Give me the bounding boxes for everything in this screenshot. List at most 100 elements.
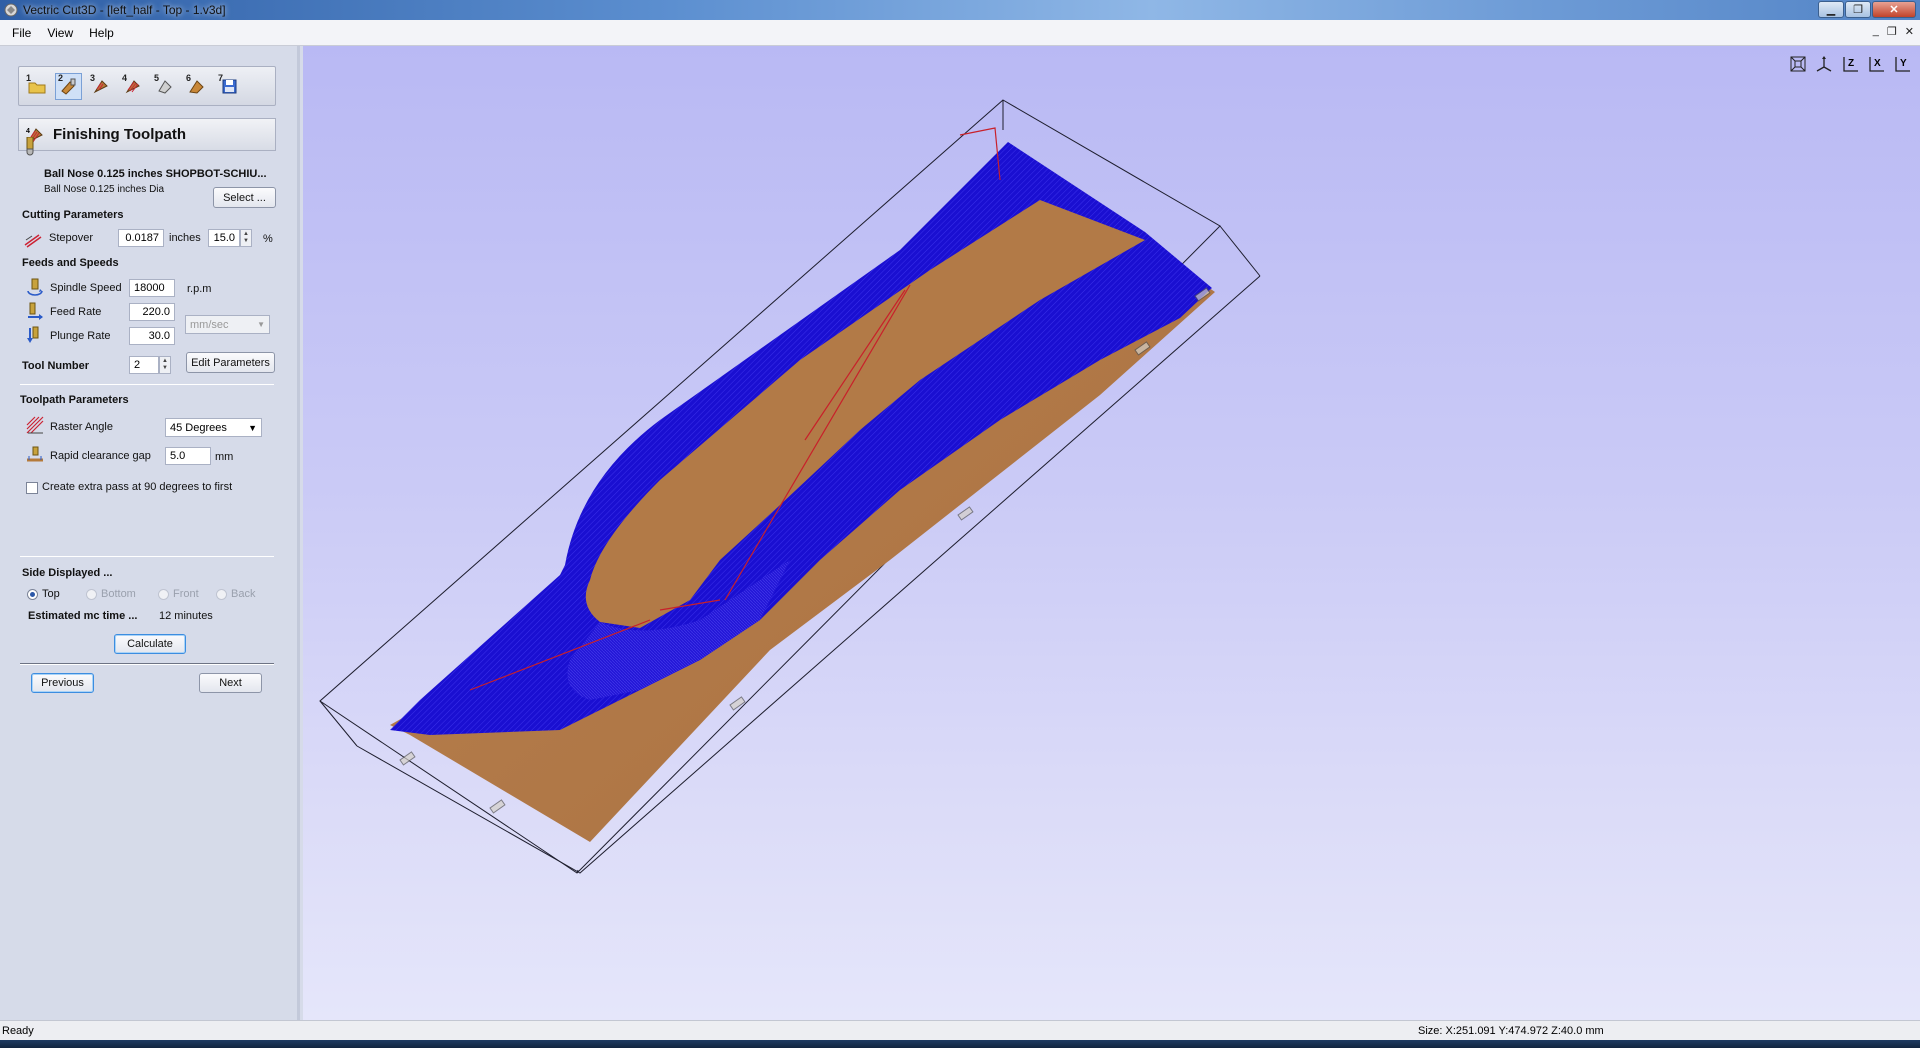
select-tool-button[interactable]: Select ... xyxy=(213,187,276,208)
rapid-clearance-field[interactable]: 5.0 xyxy=(165,447,211,465)
step-7-button[interactable]: 7 xyxy=(215,73,242,100)
close-button[interactable]: ✕ xyxy=(1872,1,1916,18)
menu-bar: File View Help _ ❐ ✕ xyxy=(0,20,1920,46)
spin-up-icon: ▲ xyxy=(243,231,249,237)
extra-pass-checkbox[interactable] xyxy=(26,482,38,494)
doc-minimize-icon[interactable]: _ xyxy=(1873,25,1879,38)
doc-restore-icon[interactable]: ❐ xyxy=(1887,25,1897,38)
side-bottom-label: Bottom xyxy=(101,588,136,600)
plunge-rate-icon xyxy=(27,326,39,343)
tool-description: Ball Nose 0.125 inches Dia xyxy=(44,184,165,195)
step-1-button[interactable]: 1 xyxy=(23,73,50,100)
plunge-rate-field[interactable]: 30.0 xyxy=(129,327,175,345)
separator xyxy=(20,556,274,557)
stepover-label: Stepover xyxy=(49,232,94,244)
status-bar: Ready Size: X:251.091 Y:474.972 Z:40.0 m… xyxy=(0,1020,1920,1040)
stepover-unit: inches xyxy=(169,232,201,244)
side-bottom-radio[interactable] xyxy=(86,589,97,600)
step-5-button[interactable]: 5 xyxy=(151,73,178,100)
stepover-icon xyxy=(24,234,42,248)
next-button[interactable]: Next xyxy=(199,673,262,693)
spin-down-icon: ▼ xyxy=(162,365,168,371)
document-window-controls: _ ❐ ✕ xyxy=(1873,25,1914,38)
separator xyxy=(20,663,274,665)
menu-view[interactable]: View xyxy=(39,26,81,40)
side-displayed-heading: Side Displayed ... xyxy=(22,567,113,579)
step-3-button[interactable]: 3 xyxy=(87,73,114,100)
extra-pass-label: Create extra pass at 90 degrees to first xyxy=(42,481,233,493)
rate-unit-select[interactable]: mm/sec ▼ xyxy=(185,315,270,334)
spindle-speed-label: Spindle Speed xyxy=(50,282,122,294)
spin-up-icon: ▲ xyxy=(162,358,168,364)
toolpath-panel: 1 2 3 4 5 6 7 4 Finishing Toolpath Ball … xyxy=(0,46,300,1020)
tool-name: Ball Nose 0.125 inches SHOPBOT-SCHIU... xyxy=(44,168,267,180)
close-icon: ✕ xyxy=(1889,4,1899,16)
app-icon[interactable] xyxy=(3,2,19,18)
toolpath-parameters-heading: Toolpath Parameters xyxy=(20,394,129,406)
window-title: Vectric Cut3D - [left_half - Top - 1.v3d… xyxy=(23,3,226,17)
panel-header: 4 Finishing Toolpath xyxy=(18,118,276,151)
step-6-button[interactable]: 6 xyxy=(183,73,210,100)
tool-number-field[interactable]: 2 xyxy=(129,356,159,374)
step-number: 1 xyxy=(26,72,32,83)
feed-rate-icon xyxy=(28,302,43,320)
previous-button[interactable]: Previous xyxy=(31,673,94,693)
chevron-down-icon: ▼ xyxy=(248,422,257,433)
cutting-parameters-heading: Cutting Parameters xyxy=(22,209,124,221)
step-2-button[interactable]: 2 xyxy=(55,72,82,100)
window-controls: ▁ ❐ ✕ xyxy=(1818,1,1916,18)
separator xyxy=(20,384,274,385)
svg-text:4: 4 xyxy=(26,128,30,135)
os-taskbar xyxy=(0,1040,1920,1048)
step-4-button[interactable]: 4 xyxy=(119,73,146,100)
feed-rate-field[interactable]: 220.0 xyxy=(129,303,175,321)
title-bar: Vectric Cut3D - [left_half - Top - 1.v3d… xyxy=(0,0,1920,20)
spindle-speed-icon xyxy=(27,278,43,296)
menu-file[interactable]: File xyxy=(0,26,39,40)
chevron-down-icon: ▼ xyxy=(257,320,265,329)
rate-unit-value: mm/sec xyxy=(190,318,229,331)
minimize-button[interactable]: ▁ xyxy=(1818,1,1844,18)
side-back-label: Back xyxy=(231,588,256,600)
estimated-time-label: Estimated mc time ... xyxy=(28,610,138,622)
calculate-button[interactable]: Calculate xyxy=(114,634,186,654)
restore-button[interactable]: ❐ xyxy=(1845,1,1871,18)
doc-close-icon[interactable]: ✕ xyxy=(1905,25,1914,38)
model-size-readout: Size: X:251.091 Y:474.972 Z:40.0 mm xyxy=(1418,1024,1604,1037)
raster-angle-value: 45 Degrees xyxy=(170,421,227,434)
step-number: 4 xyxy=(122,72,128,83)
tool-number-stepper[interactable]: ▲ ▼ xyxy=(159,356,171,374)
side-front-radio[interactable] xyxy=(158,589,169,600)
percent-sign: % xyxy=(263,233,273,245)
estimated-time-value: 12 minutes xyxy=(159,610,213,622)
status-text: Ready xyxy=(2,1024,34,1037)
stepover-distance-field[interactable]: 0.0187 xyxy=(118,229,164,247)
feed-rate-label: Feed Rate xyxy=(50,306,102,318)
wizard-step-bar: 1 2 3 4 5 6 7 xyxy=(18,66,276,106)
step-number: 2 xyxy=(58,72,64,83)
raster-angle-select[interactable]: 45 Degrees ▼ xyxy=(165,418,262,437)
spin-down-icon: ▼ xyxy=(243,238,249,244)
3d-viewport[interactable]: Z X Y xyxy=(303,46,1920,1020)
side-back-radio[interactable] xyxy=(216,589,227,600)
toolpath-preview-3d xyxy=(319,99,1261,874)
rapid-clearance-unit: mm xyxy=(215,451,234,463)
side-top-radio[interactable] xyxy=(27,589,38,600)
stepover-percent-field[interactable]: 15.0 xyxy=(208,229,240,247)
menu-help[interactable]: Help xyxy=(81,26,122,40)
ball-nose-tool-icon xyxy=(26,137,34,156)
spindle-speed-field[interactable]: 18000 xyxy=(129,279,175,297)
step-number: 7 xyxy=(218,72,224,83)
stepover-percent-stepper[interactable]: ▲ ▼ xyxy=(240,229,252,247)
step-number: 6 xyxy=(186,72,192,83)
step-number: 5 xyxy=(154,72,160,83)
rapid-clearance-icon xyxy=(27,446,43,462)
panel-title: Finishing Toolpath xyxy=(53,126,187,143)
plunge-rate-label: Plunge Rate xyxy=(50,330,111,342)
feeds-speeds-heading: Feeds and Speeds xyxy=(22,257,119,269)
side-front-label: Front xyxy=(173,588,199,600)
spindle-speed-unit: r.p.m xyxy=(187,283,212,295)
edit-parameters-button[interactable]: Edit Parameters xyxy=(186,352,275,373)
side-top-label: Top xyxy=(42,588,60,600)
rapid-clearance-label: Rapid clearance gap xyxy=(50,450,151,462)
